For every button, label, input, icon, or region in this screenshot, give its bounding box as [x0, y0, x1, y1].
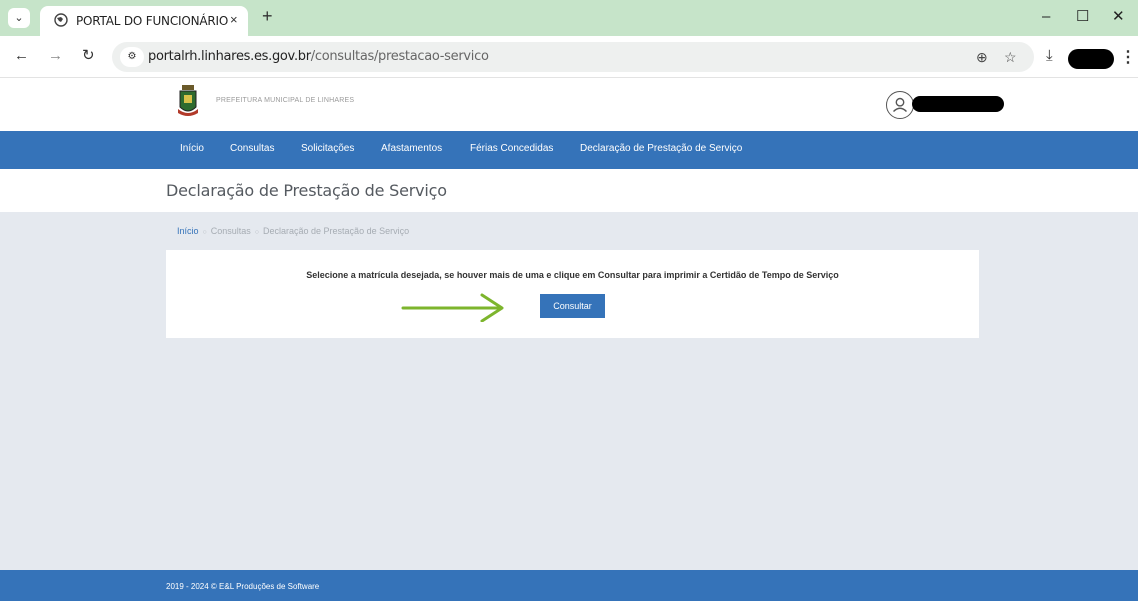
page-title: Declaração de Prestação de Serviço [166, 181, 447, 200]
nav-item-consultas[interactable]: Consultas [230, 143, 274, 154]
browser-toolbar: ← → ↻ ⚙ portalrh.linhares.es.gov.br/cons… [0, 36, 1138, 78]
page-content: PREFEITURA MUNICIPAL DE LINHARES Início … [0, 79, 1138, 601]
brand-name: PREFEITURA MUNICIPAL DE LINHARES [216, 97, 355, 104]
globe-icon [54, 13, 68, 27]
main-nav: Início Consultas Solicitações Afastament… [0, 131, 1138, 169]
site-info-icon[interactable]: ⚙ [120, 47, 144, 67]
tab-search-chevron-icon[interactable]: ⌄ [8, 8, 30, 28]
instruction-text: Selecione a matrícula desejada, se houve… [306, 270, 839, 280]
download-icon[interactable]: ⤓ [1046, 47, 1053, 64]
footer-copyright: 2019 - 2024 © E&L Produções de Software [166, 582, 320, 591]
breadcrumb-separator-icon: ○ [202, 229, 207, 236]
bookmark-star-icon[interactable]: ☆ [1004, 48, 1017, 66]
user-icon[interactable] [886, 91, 914, 119]
green-arrow-annotation [401, 293, 504, 322]
nav-item-afastamentos[interactable]: Afastamentos [381, 143, 442, 154]
breadcrumb-consultas[interactable]: Consultas [211, 226, 251, 236]
consulta-card: Selecione a matrícula desejada, se houve… [166, 250, 979, 338]
new-tab-icon[interactable]: + [262, 7, 273, 25]
zoom-icon[interactable]: ⊕ [976, 48, 988, 66]
back-icon[interactable]: ← [14, 47, 29, 65]
tab-title: PORTAL DO FUNCIONÁRIO [76, 14, 229, 28]
breadcrumb-current: Declaração de Prestação de Serviço [263, 226, 410, 236]
nav-item-ferias-concedidas[interactable]: Férias Concedidas [470, 143, 553, 154]
minimize-icon[interactable]: – [1042, 8, 1050, 26]
nav-item-solicitacoes[interactable]: Solicitações [301, 143, 354, 154]
browser-tab-strip: ⌄ PORTAL DO FUNCIONÁRIO × + – ☐ ✕ [0, 0, 1138, 36]
breadcrumb: Início ○ Consultas ○ Declaração de Prestação… [177, 226, 409, 236]
tab-close-icon[interactable]: × [230, 12, 238, 27]
close-window-icon[interactable]: ✕ [1112, 8, 1125, 26]
site-footer: 2019 - 2024 © E&L Produções de Software [0, 570, 1138, 601]
coat-of-arms-logo[interactable] [178, 83, 198, 119]
breadcrumb-separator-icon: ○ [254, 229, 260, 236]
breadcrumb-inicio[interactable]: Início [177, 226, 199, 236]
address-bar[interactable]: ⚙ portalrh.linhares.es.gov.br/consultas/… [112, 42, 1034, 72]
site-header: PREFEITURA MUNICIPAL DE LINHARES [0, 79, 1138, 131]
nav-item-inicio[interactable]: Início [180, 143, 204, 154]
user-name-redacted[interactable] [912, 96, 1004, 112]
browser-tab[interactable]: PORTAL DO FUNCIONÁRIO × [40, 6, 248, 36]
title-bar: Declaração de Prestação de Serviço [0, 169, 1138, 212]
url-text[interactable]: portalrh.linhares.es.gov.br/consultas/pr… [148, 49, 489, 64]
browser-menu-icon[interactable]: ⋮ [1120, 47, 1136, 67]
reload-icon[interactable]: ↻ [82, 47, 95, 65]
maximize-icon[interactable]: ☐ [1076, 8, 1089, 26]
profile-avatar-redacted[interactable] [1068, 49, 1114, 69]
forward-icon[interactable]: → [48, 47, 63, 65]
consultar-button[interactable]: Consultar [540, 294, 605, 318]
nav-item-declaracao-prestacao-servico[interactable]: Declaração de Prestação de Serviço [580, 143, 742, 154]
